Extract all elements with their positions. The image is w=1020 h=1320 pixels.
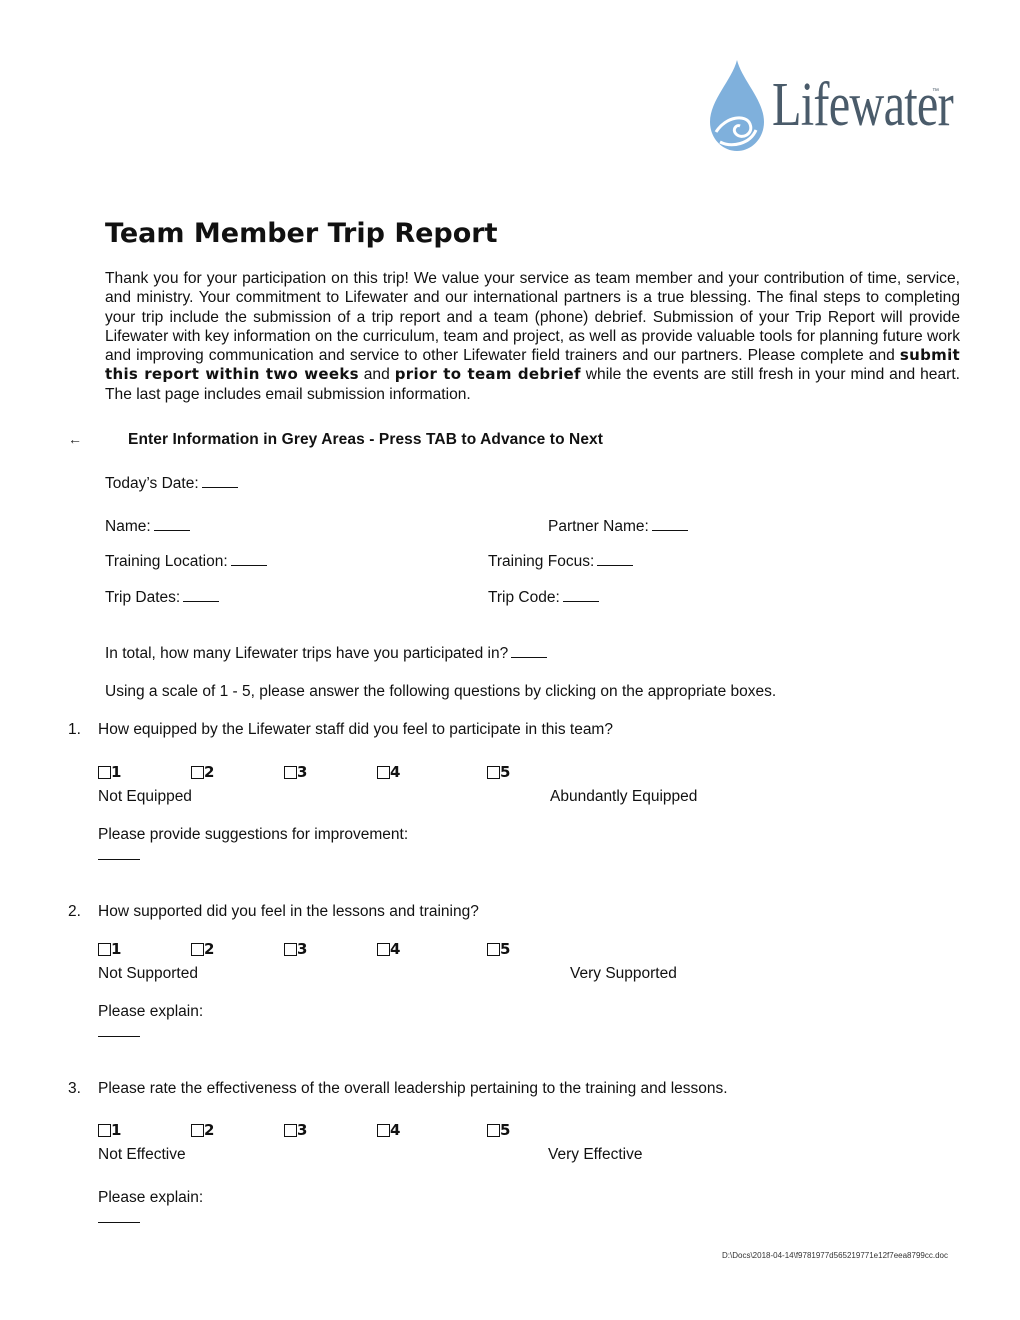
page-title: Team Member Trip Report: [105, 218, 498, 249]
intro-paragraph: Thank you for your participation on this…: [105, 269, 960, 404]
question-1-followup: Please provide suggestions for improveme…: [98, 826, 409, 843]
partner-name-field: Partner Name:: [548, 518, 688, 536]
question-2-followup: Please explain:: [98, 1003, 204, 1020]
question-2-number: 2.: [68, 903, 81, 920]
rating-option-2[interactable]: 2: [191, 1123, 214, 1138]
instruction-text: Enter Information in Grey Areas - Press …: [128, 431, 604, 448]
trip-dates-field: Trip Dates:: [105, 589, 220, 607]
intro-bold-debrief: prior to team debrief: [394, 365, 581, 384]
rating-option-4[interactable]: 4: [377, 1123, 400, 1138]
partner-name-input[interactable]: [651, 518, 688, 531]
rating-option-1[interactable]: 1: [98, 942, 121, 957]
question-1-low-label: Not Equipped: [98, 788, 192, 805]
trip-dates-label: Trip Dates:: [105, 589, 181, 606]
question-1-number: 1.: [68, 721, 81, 738]
question-3-number: 3.: [68, 1080, 81, 1097]
question-1-answer-input[interactable]: [98, 859, 140, 860]
trademark-symbol: ™: [932, 88, 939, 95]
todays-date-input[interactable]: [201, 475, 238, 488]
water-drop-icon: [710, 60, 764, 151]
rating-option-3[interactable]: 3: [284, 1123, 307, 1138]
question-1-text: How equipped by the Lifewater staff did …: [98, 721, 613, 738]
arrow-left-icon: ←: [68, 431, 82, 447]
name-input[interactable]: [153, 518, 190, 531]
trips-total-field: In total, how many Lifewater trips have …: [105, 645, 548, 663]
question-2-high-label: Very Supported: [570, 965, 677, 982]
name-label: Name:: [105, 518, 151, 535]
question-3-low-label: Not Effective: [98, 1146, 186, 1163]
checkbox-icon[interactable]: [487, 943, 500, 956]
trip-code-field: Trip Code:: [488, 589, 599, 607]
document-path-footer: D:\Docs\2018-04-14\f9781977d565219771e12…: [722, 1251, 948, 1260]
training-location-field: Training Location:: [105, 553, 267, 571]
checkbox-icon[interactable]: [377, 1124, 390, 1137]
checkbox-icon[interactable]: [284, 943, 297, 956]
partner-name-label: Partner Name:: [548, 518, 649, 535]
scale-instruction: Using a scale of 1 - 5, please answer th…: [105, 683, 777, 700]
lifewater-logo: Lifewater ™: [706, 58, 966, 158]
trips-total-label: In total, how many Lifewater trips have …: [105, 645, 509, 662]
question-2-low-label: Not Supported: [98, 965, 198, 982]
question-2-text: How supported did you feel in the lesson…: [98, 903, 479, 920]
rating-option-1[interactable]: 1: [98, 765, 121, 780]
checkbox-icon[interactable]: [98, 766, 111, 779]
checkbox-icon[interactable]: [487, 1124, 500, 1137]
checkbox-icon[interactable]: [377, 943, 390, 956]
checkbox-icon[interactable]: [98, 943, 111, 956]
rating-option-5[interactable]: 5: [487, 1123, 510, 1138]
checkbox-icon[interactable]: [284, 766, 297, 779]
question-3-text: Please rate the effectiveness of the ove…: [98, 1080, 728, 1097]
question-2-answer-input[interactable]: [98, 1036, 140, 1037]
checkbox-icon[interactable]: [98, 1124, 111, 1137]
question-3-high-label: Very Effective: [548, 1146, 643, 1163]
checkbox-icon[interactable]: [377, 766, 390, 779]
trip-code-label: Trip Code:: [488, 589, 560, 606]
checkbox-icon[interactable]: [191, 943, 204, 956]
name-field: Name:: [105, 518, 190, 536]
todays-date-field: Today’s Date:: [105, 475, 238, 493]
checkbox-icon[interactable]: [284, 1124, 297, 1137]
rating-option-5[interactable]: 5: [487, 942, 510, 957]
training-location-input[interactable]: [230, 553, 267, 566]
rating-option-3[interactable]: 3: [284, 942, 307, 957]
logo-wordmark: Lifewater: [772, 71, 954, 139]
rating-option-4[interactable]: 4: [377, 942, 400, 957]
question-3-answer-input[interactable]: [98, 1222, 140, 1223]
rating-option-4[interactable]: 4: [377, 765, 400, 780]
rating-option-5[interactable]: 5: [487, 765, 510, 780]
intro-text-before: Thank you for your participation on this…: [105, 270, 960, 365]
intro-text-mid: and: [358, 366, 395, 384]
checkbox-icon[interactable]: [191, 766, 204, 779]
trips-total-input[interactable]: [511, 645, 548, 658]
trip-code-input[interactable]: [562, 589, 599, 602]
rating-option-1[interactable]: 1: [98, 1123, 121, 1138]
question-3-followup: Please explain:: [98, 1189, 204, 1206]
training-location-label: Training Location:: [105, 553, 228, 570]
training-focus-label: Training Focus:: [488, 553, 595, 570]
training-focus-input[interactable]: [597, 553, 634, 566]
trip-dates-input[interactable]: [183, 589, 220, 602]
todays-date-label: Today’s Date:: [105, 475, 199, 492]
checkbox-icon[interactable]: [191, 1124, 204, 1137]
training-focus-field: Training Focus:: [488, 553, 634, 571]
checkbox-icon[interactable]: [487, 766, 500, 779]
rating-option-3[interactable]: 3: [284, 765, 307, 780]
question-1-high-label: Abundantly Equipped: [550, 788, 698, 805]
rating-option-2[interactable]: 2: [191, 942, 214, 957]
rating-option-2[interactable]: 2: [191, 765, 214, 780]
